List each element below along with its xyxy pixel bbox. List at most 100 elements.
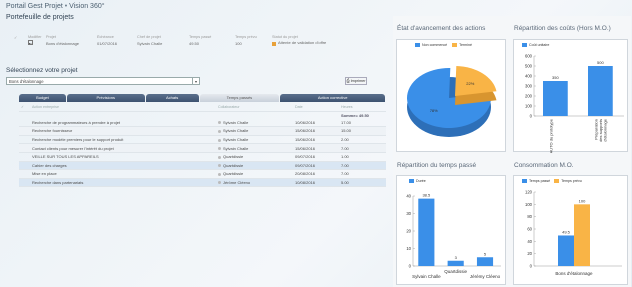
table-row[interactable]: Recherche modèle premiers pour le suppor… bbox=[19, 136, 386, 145]
row-date: 09/07/2016 bbox=[295, 162, 316, 168]
row-action: Recherche dans partenariats bbox=[32, 180, 84, 186]
y-tick-label: 0 bbox=[530, 114, 533, 119]
col-check: ✓ bbox=[21, 104, 25, 109]
row-collaborator: Sylvain Challe bbox=[218, 120, 295, 125]
mo-chart-title: Consommation M.O. bbox=[514, 162, 574, 169]
row-collaborator: Sylvain Challe bbox=[218, 146, 295, 151]
bar bbox=[558, 235, 574, 266]
tab-forecasts[interactable]: Prévisions bbox=[66, 94, 145, 102]
project-select[interactable]: Bons d'étalonnage ▾ bbox=[6, 77, 200, 85]
mo-chart-box: Temps passé Temps prévu 120 100 80 60 40 20 0 4… bbox=[513, 175, 628, 285]
tasks-header-row: ✓ Action entreprise Collaborateur Date H… bbox=[19, 103, 386, 112]
table-row[interactable]: Recherche fournisseur Sylvain Challe 15/06… bbox=[19, 127, 386, 136]
person-icon bbox=[218, 121, 221, 125]
row-hours: 7.00 bbox=[341, 162, 349, 168]
y-tick-label: 300 bbox=[525, 84, 533, 89]
row-action: Contact clients pour mesurer l'intérêt d… bbox=[32, 145, 114, 151]
row-action: VEILLE SUR TOUS LES APPAREILS bbox=[32, 154, 99, 160]
col-action: Action entreprise bbox=[32, 104, 59, 109]
row-date: 10/06/2016 bbox=[295, 119, 316, 125]
y-tick-label: 500 bbox=[525, 64, 533, 69]
portfolio-status: Attente de validation d'offre bbox=[278, 40, 327, 45]
bar bbox=[476, 257, 494, 266]
row-action: Recherche fournisseur bbox=[32, 128, 73, 134]
y-tick-label: 0 bbox=[530, 264, 533, 269]
portfolio-title: Portefeuille de projets bbox=[6, 14, 74, 21]
row-hours: 7.00 bbox=[341, 171, 349, 177]
col-check: ✓ bbox=[14, 35, 18, 40]
bar bbox=[447, 260, 464, 266]
x-tick-label: Jérémy Cléeno bbox=[470, 274, 501, 279]
printer-icon: ⎙ bbox=[346, 79, 350, 83]
portfolio-row[interactable]: Bons d'étalonnage 01/07/2016 Sylvain Cha… bbox=[14, 39, 384, 47]
pie-chart-title: État d'avancement des actions bbox=[397, 25, 486, 32]
bar-data-label: 49.5 bbox=[562, 229, 571, 234]
person-icon bbox=[218, 181, 221, 185]
col-deadline: Échéance bbox=[97, 35, 114, 39]
row-collaborator: Sylvain Challe bbox=[218, 128, 295, 133]
page-name: Vision 360° bbox=[69, 3, 105, 10]
table-row[interactable]: Recherche de programmateurs à prendre à … bbox=[19, 119, 386, 128]
time-chart: 40 30 20 10 0 38.5 Sylvain Challe 3 Quartdissie 5… bbox=[406, 193, 501, 279]
chevron-down-icon[interactable]: ▾ bbox=[192, 78, 199, 85]
print-label: Imprimer bbox=[350, 79, 366, 83]
bar-data-label: 500 bbox=[597, 60, 604, 65]
tab-budget[interactable]: Budget bbox=[19, 94, 66, 102]
table-row[interactable]: Contact clients pour mesurer l'intérêt d… bbox=[19, 144, 386, 153]
app-name: Portail Gest Projet bbox=[6, 3, 63, 10]
col-hours: Heures bbox=[341, 104, 353, 109]
title-separator: • bbox=[64, 3, 68, 10]
y-tick-label: 80 bbox=[527, 214, 532, 219]
bar-data-label: 3 bbox=[455, 255, 458, 260]
row-action: Recherche modèle premiers pour le suppor… bbox=[32, 137, 124, 143]
x-tick-label: Bons d'étalonnage bbox=[555, 271, 593, 276]
tab-time-spent[interactable]: Temps passés bbox=[199, 94, 280, 102]
time-chart-box: Durée 40 30 20 10 0 38.5 Sylvain Challe 3 Quartd… bbox=[396, 175, 506, 285]
y-tick-label: 100 bbox=[525, 104, 533, 109]
edit-checkbox[interactable] bbox=[28, 40, 33, 45]
y-tick-label: 200 bbox=[525, 94, 533, 99]
print-button[interactable]: ⎙ Imprimer bbox=[345, 77, 367, 85]
portfolio-project[interactable]: Bons d'étalonnage bbox=[46, 41, 97, 46]
row-person: Sylvain Challe bbox=[223, 119, 249, 125]
pie-data-label: 78% bbox=[430, 108, 438, 113]
row-person: Quartdissie bbox=[223, 171, 244, 177]
y-tick-label: 100 bbox=[525, 202, 533, 207]
charts-panel: État d'avancement des actions Non commen… bbox=[393, 16, 631, 287]
project-select-value: Bons d'étalonnage bbox=[9, 79, 44, 84]
person-icon bbox=[218, 147, 221, 151]
y-tick-label: 20 bbox=[406, 229, 411, 234]
y-tick-label: 600 bbox=[525, 54, 533, 59]
x-tick-label: d'étalonnage bbox=[602, 118, 607, 142]
col-collaborator: Collaborateur bbox=[218, 104, 240, 109]
table-row[interactable]: Mise en place Quartdissie 20/08/2016 7.00 bbox=[19, 170, 386, 179]
tab-purchases[interactable]: Achats bbox=[145, 94, 199, 102]
pie-data-label: 22% bbox=[466, 81, 474, 86]
y-tick-label: 0 bbox=[409, 264, 412, 269]
pie-chart-box: Non commencé Terminé 78% 22% bbox=[396, 39, 506, 152]
y-tick-label: 120 bbox=[525, 190, 533, 195]
row-action: Mise en place bbox=[32, 171, 57, 177]
task-rows: Recherche de programmateurs à prendre à … bbox=[19, 119, 386, 188]
person-icon bbox=[218, 138, 221, 142]
row-collaborator: Quartdissie bbox=[218, 171, 295, 176]
mo-chart: 120 100 80 60 40 20 0 49.5 100 Bons d'étalonnage bbox=[525, 190, 622, 276]
table-row[interactable]: Recherche dans partenariats Jérôme Cléeno… bbox=[19, 178, 386, 188]
costs-chart-title: Répartition des coûts (Hors M.O.) bbox=[514, 25, 611, 32]
row-date: 15/06/2016 bbox=[295, 145, 316, 151]
table-row[interactable]: Cahier des charges Quartdissie 09/07/2016 7… bbox=[19, 161, 386, 171]
y-tick-label: 60 bbox=[527, 227, 532, 232]
row-date: 15/06/2016 bbox=[295, 128, 316, 134]
tab-corrective-action[interactable]: Action corrective bbox=[280, 94, 385, 102]
bar-data-label: 38.5 bbox=[422, 193, 431, 198]
table-row[interactable]: VEILLE SUR TOUS LES APPAREILS Quartdissie… bbox=[19, 153, 386, 162]
status-square-icon bbox=[272, 41, 276, 46]
row-action: Recherche de programmateurs à prendre à … bbox=[32, 119, 121, 125]
row-collaborator: Jérôme Cléeno bbox=[218, 180, 295, 185]
hours-total: Somme= 49.50 bbox=[341, 112, 369, 118]
select-project-title: Sélectionnez votre projet bbox=[6, 67, 78, 74]
col-time-spent: Temps passé bbox=[189, 35, 212, 39]
row-person: Sylvain Challe bbox=[223, 137, 249, 143]
bar bbox=[588, 66, 613, 116]
col-manager: Chef de projet bbox=[137, 35, 161, 39]
